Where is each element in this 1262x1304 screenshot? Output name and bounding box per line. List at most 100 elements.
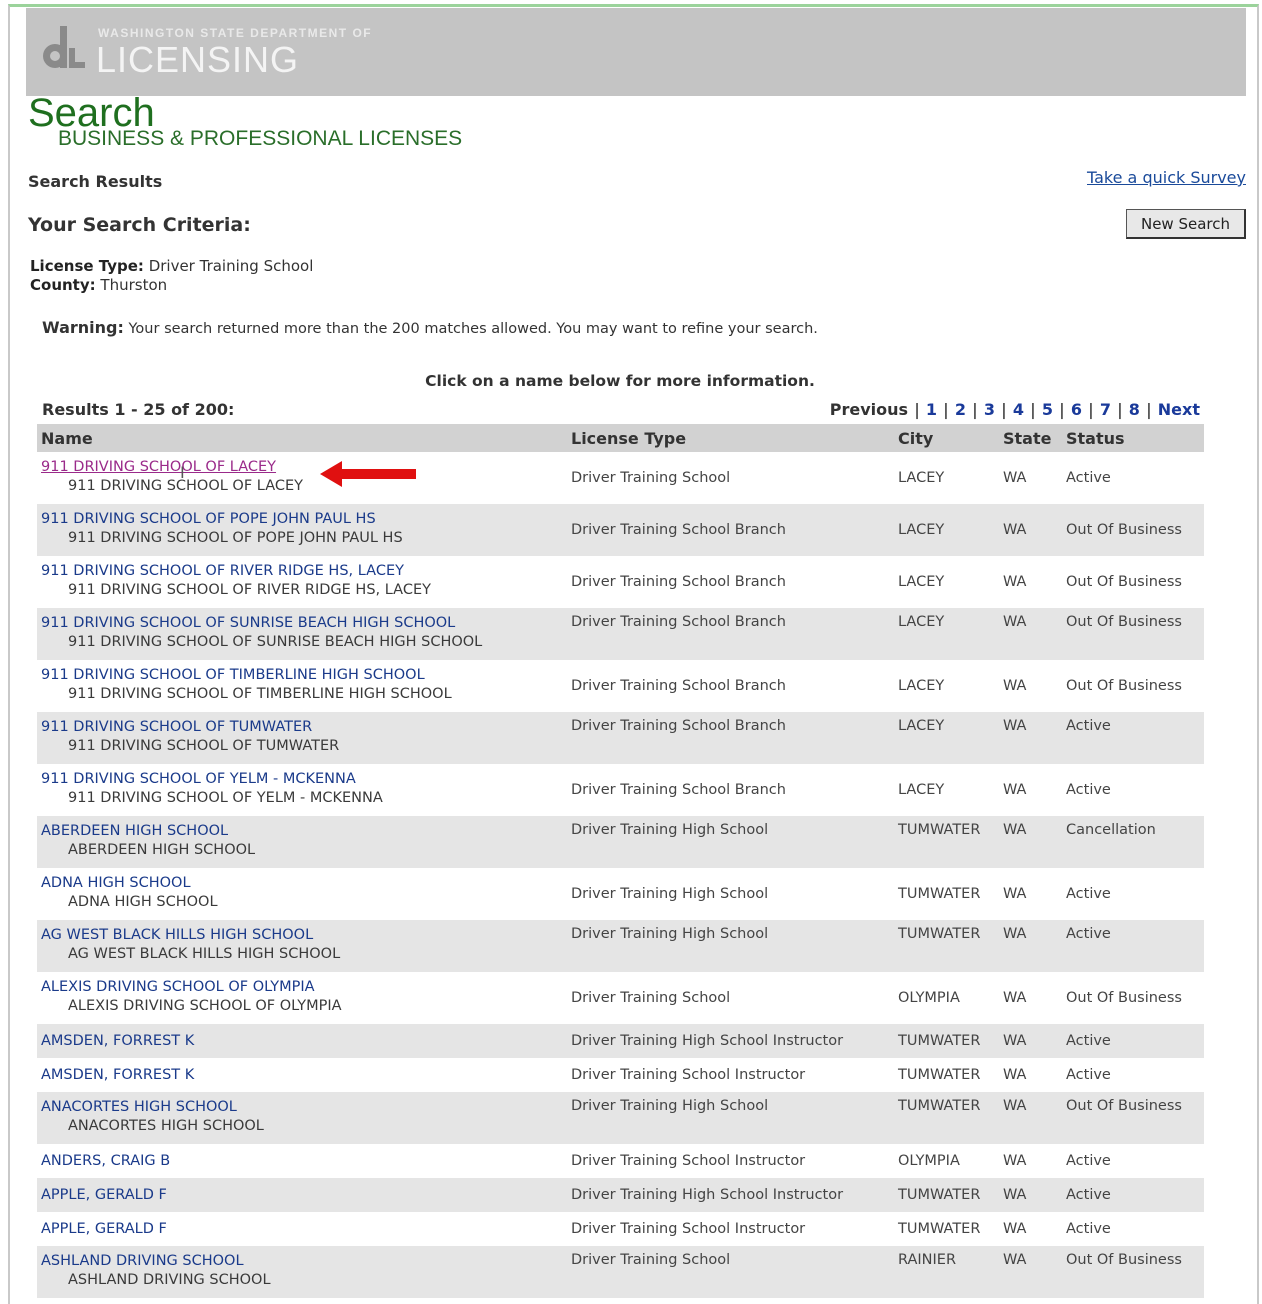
business-name: ADNA HIGH SCHOOL xyxy=(68,894,218,910)
cell-state: WA xyxy=(999,608,1062,660)
cell-status[interactable]: Active xyxy=(1062,1058,1204,1092)
licensee-name-link[interactable]: ANDERS, CRAIG B xyxy=(41,1152,567,1171)
table-row: 911 DRIVING SCHOOL OF LACEY 911 DRIVING S… xyxy=(37,452,1204,504)
cell-status[interactable]: Active xyxy=(1062,452,1204,504)
cell-license-type: Driver Training School Branch xyxy=(571,574,786,590)
licensee-name-link[interactable]: AG WEST BLACK HILLS HIGH SCHOOL xyxy=(41,926,567,945)
cell-status[interactable]: Active xyxy=(1062,868,1204,920)
business-name: 911 DRIVING SCHOOL OF SUNRISE BEACH HIGH… xyxy=(68,634,483,650)
cell-city: TUMWATER xyxy=(894,1178,999,1212)
licensee-name-link[interactable]: 911 DRIVING SCHOOL OF LACEY xyxy=(41,458,567,477)
cell-status[interactable]: Out Of Business xyxy=(1062,660,1204,712)
cell-state: WA xyxy=(1003,1153,1027,1169)
pager-page-1[interactable]: 1 xyxy=(926,400,937,419)
business-name: 911 DRIVING SCHOOL OF YELM - MCKENNA xyxy=(68,790,383,806)
licensee-name-link[interactable]: ASHLAND DRIVING SCHOOL xyxy=(41,1252,567,1271)
cell-status[interactable]: Active xyxy=(1062,1024,1204,1058)
cell-city: LACEY xyxy=(898,678,945,694)
cell-status[interactable]: Active xyxy=(1062,1144,1204,1178)
table-row: 911 DRIVING SCHOOL OF RIVER RIDGE HS, LA… xyxy=(37,556,1204,608)
cell-state: WA xyxy=(1003,470,1027,486)
cell-name: 911 DRIVING SCHOOL OF YELM - MCKENNA 911 … xyxy=(37,764,567,816)
cell-status[interactable]: Active xyxy=(1062,1178,1204,1212)
cell-status[interactable]: Out Of Business xyxy=(1062,504,1204,556)
criteria-heading: Your Search Criteria: xyxy=(28,214,251,236)
cell-city: LACEY xyxy=(894,608,999,660)
licensee-name-link[interactable]: ANACORTES HIGH SCHOOL xyxy=(41,1098,567,1117)
cell-city: TUMWATER xyxy=(894,1092,999,1144)
cell-status[interactable]: Out Of Business xyxy=(1062,1246,1204,1298)
cell-city: TUMWATER xyxy=(894,920,999,972)
cell-status[interactable]: Active xyxy=(1062,1212,1204,1246)
pager-previous[interactable]: Previous xyxy=(830,400,908,419)
pager-page-6[interactable]: 6 xyxy=(1071,400,1082,419)
pager-next[interactable]: Next xyxy=(1158,400,1200,419)
licensee-name-link[interactable]: 911 DRIVING SCHOOL OF TIMBERLINE HIGH SC… xyxy=(41,666,567,685)
licensee-name-link[interactable]: APPLE, GERALD F xyxy=(41,1186,567,1205)
licensee-name-link[interactable]: ABERDEEN HIGH SCHOOL xyxy=(41,822,567,841)
cell-city: LACEY xyxy=(894,712,999,764)
pager-page-5[interactable]: 5 xyxy=(1042,400,1053,419)
pager-page-7[interactable]: 7 xyxy=(1100,400,1111,419)
cell-city: TUMWATER xyxy=(894,816,999,868)
pager-page-4[interactable]: 4 xyxy=(1013,400,1024,419)
table-header-row: Name License Type City State Status xyxy=(37,424,1204,452)
cell-license-type: Driver Training School Branch xyxy=(571,678,786,694)
cell-city: TUMWATER xyxy=(898,886,981,902)
cell-city: LACEY xyxy=(898,470,945,486)
pager-page-8[interactable]: 8 xyxy=(1129,400,1140,419)
cell-status[interactable]: Cancellation xyxy=(1062,816,1204,868)
red-arrow-annotation-icon xyxy=(320,461,416,487)
cell-city: LACEY xyxy=(898,574,945,590)
cell-name: APPLE, GERALD F xyxy=(37,1212,567,1246)
business-name: 911 DRIVING SCHOOL OF TUMWATER xyxy=(68,738,340,754)
pager-page-3[interactable]: 3 xyxy=(984,400,995,419)
cell-status[interactable]: Out Of Business xyxy=(1062,1092,1204,1144)
licensee-name-link[interactable]: ADNA HIGH SCHOOL xyxy=(41,874,567,893)
licensee-name-link[interactable]: 911 DRIVING SCHOOL OF SUNRISE BEACH HIGH… xyxy=(41,614,567,633)
cell-status[interactable]: Out Of Business xyxy=(1062,972,1204,1024)
table-row: 911 DRIVING SCHOOL OF YELM - MCKENNA 911 … xyxy=(37,764,1204,816)
cell-license-type: Driver Training High School xyxy=(567,816,894,868)
cell-status[interactable]: Active xyxy=(1062,712,1204,764)
licensee-name-link[interactable]: 911 DRIVING SCHOOL OF YELM - MCKENNA xyxy=(41,770,567,789)
licensee-name-link[interactable]: ALEXIS DRIVING SCHOOL OF OLYMPIA xyxy=(41,978,567,997)
cell-status[interactable]: Out Of Business xyxy=(1062,556,1204,608)
cell-license-type: Driver Training School Branch xyxy=(567,504,894,556)
cell-city: OLYMPIA xyxy=(898,990,960,1006)
business-name: 911 DRIVING SCHOOL OF LACEY xyxy=(68,478,304,494)
cell-license-type: Driver Training High School Instructor xyxy=(567,1024,894,1058)
cell-status[interactable]: Active xyxy=(1062,764,1204,816)
new-search-button[interactable]: New Search xyxy=(1126,209,1246,239)
results-count: Results 1 - 25 of 200: xyxy=(42,400,235,419)
cell-name: ANACORTES HIGH SCHOOL ANACORTES HIGH SCHO… xyxy=(37,1092,567,1144)
cell-license-type: Driver Training School Branch xyxy=(571,782,786,798)
criteria-county: County: Thurston xyxy=(30,276,168,294)
cell-state: WA xyxy=(1003,990,1027,1006)
cell-license-type: Driver Training High School xyxy=(567,920,894,972)
cell-status[interactable]: Active xyxy=(1062,920,1204,972)
pager-page-2[interactable]: 2 xyxy=(955,400,966,419)
cell-state: WA xyxy=(999,504,1062,556)
licensee-name-link[interactable]: 911 DRIVING SCHOOL OF POPE JOHN PAUL HS xyxy=(41,510,567,529)
licensee-name-link[interactable]: 911 DRIVING SCHOOL OF RIVER RIDGE HS, LA… xyxy=(41,562,567,581)
licensee-name-link[interactable]: APPLE, GERALD F xyxy=(41,1220,567,1239)
pager-separator: | xyxy=(1001,400,1007,419)
column-header-status: Status xyxy=(1062,424,1204,452)
mouse-cursor-icon: I xyxy=(180,463,185,482)
cell-name: AMSDEN, FORREST K xyxy=(37,1024,567,1058)
business-name: AG WEST BLACK HILLS HIGH SCHOOL xyxy=(68,946,341,962)
survey-link[interactable]: Take a quick Survey xyxy=(1087,168,1246,187)
cell-city: LACEY xyxy=(898,782,945,798)
cell-status[interactable]: Out Of Business xyxy=(1062,608,1204,660)
licensee-name-link[interactable]: 911 DRIVING SCHOOL OF TUMWATER xyxy=(41,718,567,737)
licensee-name-link[interactable]: AMSDEN, FORREST K xyxy=(41,1066,567,1085)
licensee-name-link[interactable]: AMSDEN, FORREST K xyxy=(41,1032,567,1051)
table-row: 911 DRIVING SCHOOL OF POPE JOHN PAUL HS 9… xyxy=(37,504,1204,556)
table-row: ABERDEEN HIGH SCHOOL ABERDEEN HIGH SCHOOL… xyxy=(37,816,1204,868)
cell-state: WA xyxy=(999,712,1062,764)
cell-city: LACEY xyxy=(894,504,999,556)
pager-separator: | xyxy=(943,400,949,419)
cell-name: 911 DRIVING SCHOOL OF TIMBERLINE HIGH SC… xyxy=(37,660,567,712)
cell-license-type: Driver Training School Instructor xyxy=(571,1221,806,1237)
